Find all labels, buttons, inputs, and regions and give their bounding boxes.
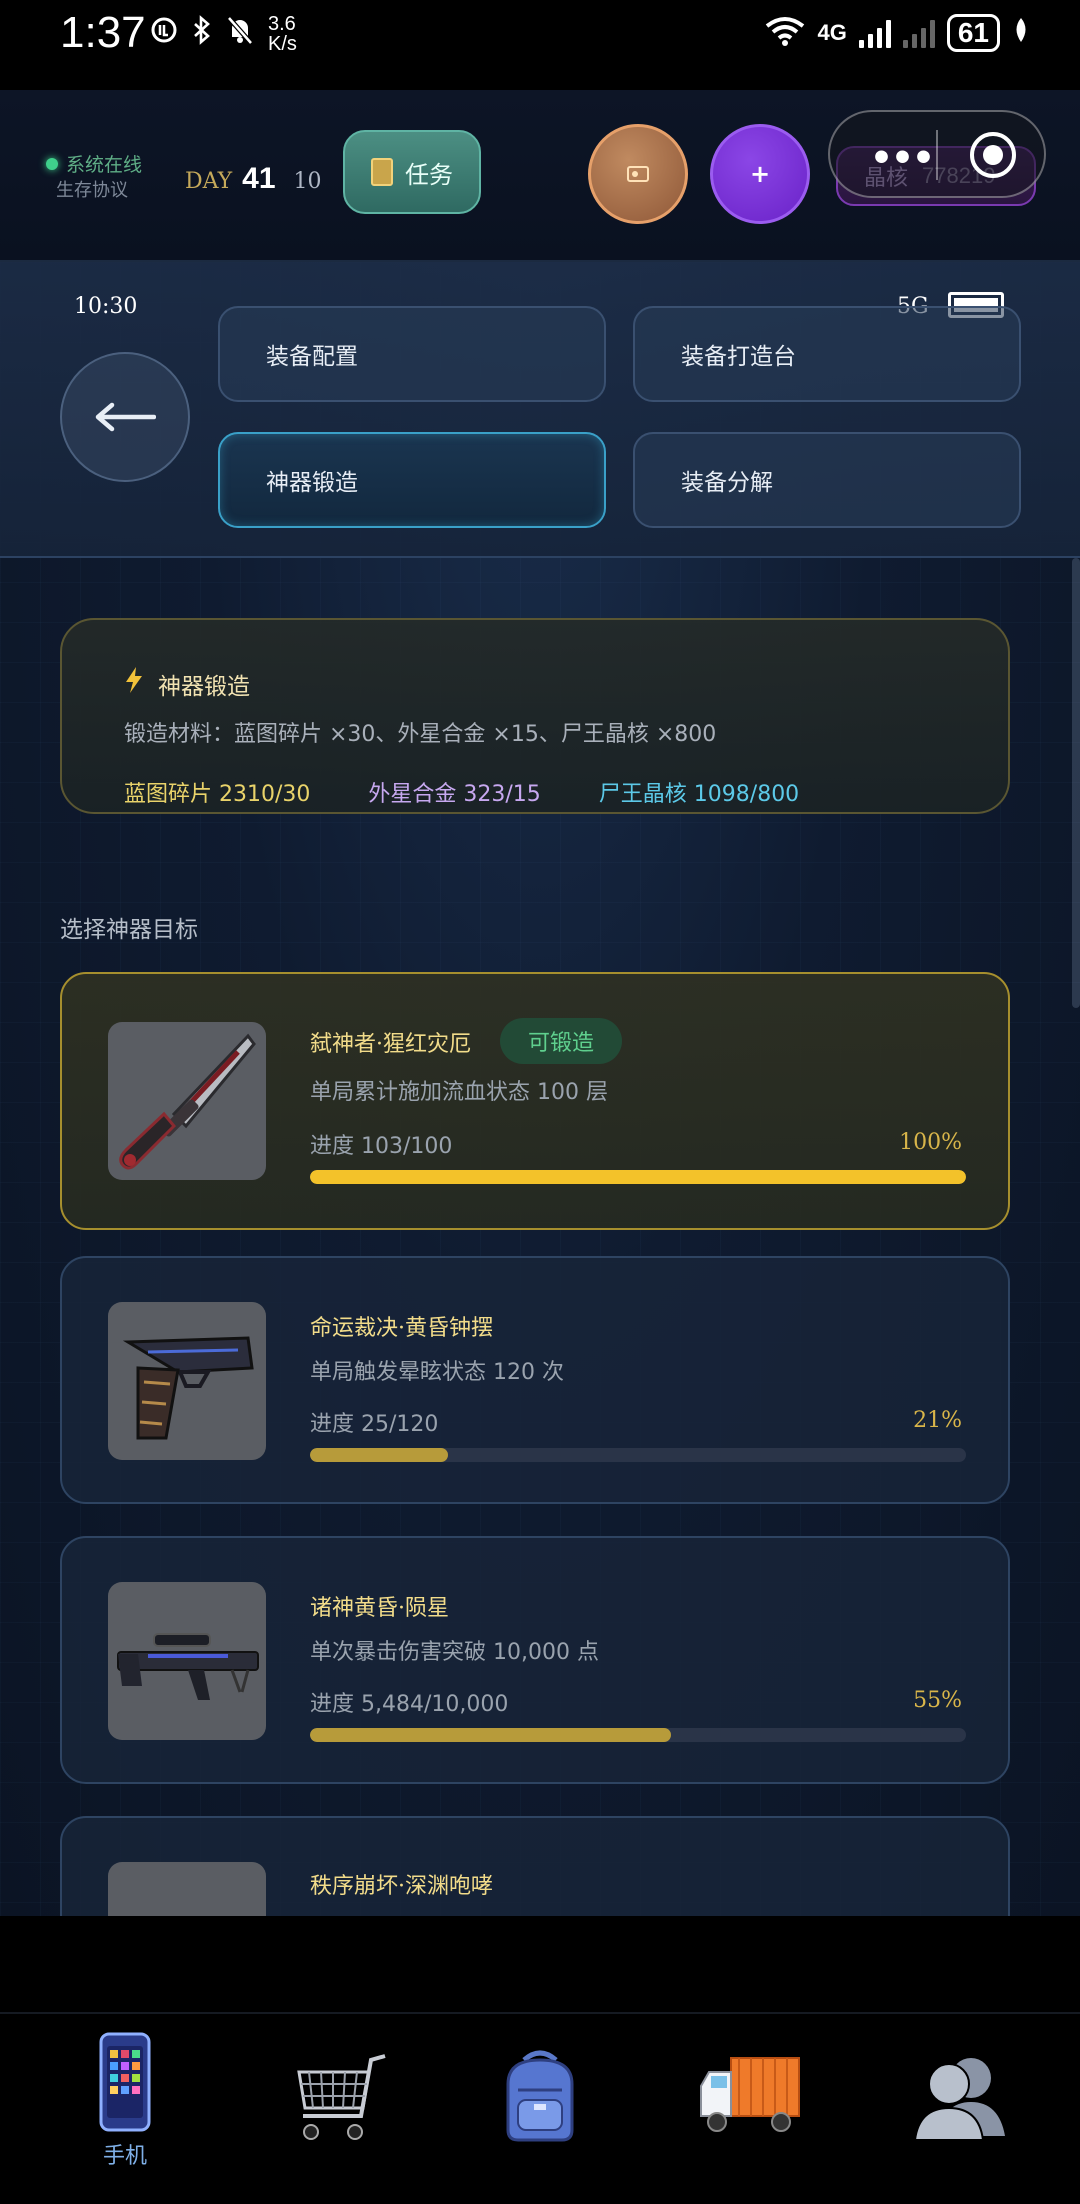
nav-phone-label: 手机	[102, 2144, 147, 2169]
material-stats: 蓝图碎片 2310/30 外星合金 323/15 尸王晶核 1098/800	[124, 776, 799, 808]
day-counter: DAY 41 10	[185, 162, 322, 195]
tab-equipment-forge[interactable]: 装备打造台	[633, 306, 1021, 402]
forge-title: 神器锻造	[158, 673, 250, 700]
section-label: 选择神器目标	[60, 917, 198, 943]
tab-equipment-dismantle[interactable]: 装备分解	[633, 432, 1021, 528]
contacts-icon	[913, 2058, 1005, 2141]
wifi-icon	[765, 16, 805, 51]
task-button[interactable]: 任务	[343, 130, 481, 214]
truck-icon	[700, 2057, 800, 2132]
progress-label: 进度 25/120	[310, 1412, 439, 1437]
target-card[interactable]: 弑神者·猩红灾厄 可锻造 单局累计施加流血状态 100 层 进度 103/100…	[60, 972, 1010, 1230]
progress-percent: 55%	[913, 1688, 962, 1713]
app-header: 系统在线 生存协议 DAY 41 10 任务 + 晶核 778219 •••	[0, 90, 1080, 262]
nav-delivery[interactable]	[680, 2050, 820, 2204]
tab-equipment-config[interactable]: 装备配置	[218, 306, 606, 402]
sniper-rifle-icon	[108, 1582, 266, 1740]
protocol-label: 生存协议	[56, 180, 128, 201]
progress-label: 进度 5,484/10,000	[310, 1692, 509, 1717]
target-name: 弑神者·猩红灾厄	[310, 1032, 471, 1057]
app-main: 10:30 5G 装备配置 装备打造台 神器锻造 装备分解 神器锻造 锻造材料：…	[0, 262, 1080, 2064]
progress-bar	[310, 1728, 966, 1742]
clipboard-icon	[371, 158, 393, 186]
bottom-navigation: 手机	[0, 2012, 1080, 2204]
arrow-left-icon	[95, 402, 156, 432]
stat-alloy: 外星合金 323/15	[368, 782, 541, 807]
progress-label: 进度 103/100	[310, 1134, 453, 1159]
equipment-nav-panel: 10:30 5G 装备配置 装备打造台 神器锻造 装备分解	[0, 262, 1080, 558]
phone-icon	[99, 2032, 151, 2132]
progress-fill	[310, 1448, 448, 1462]
progress-bar	[310, 1170, 966, 1184]
progress-fill	[310, 1728, 671, 1742]
battery-icon: 61	[946, 14, 1000, 52]
progress-percent: 21%	[913, 1408, 962, 1433]
progress-bar	[310, 1448, 966, 1462]
target-description: 单次暴击伤害突破 10,000 点	[310, 1640, 599, 1665]
tab-artifact-forge[interactable]: 神器锻造	[218, 432, 606, 528]
cart-icon	[297, 2054, 386, 2140]
stat-blueprint: 蓝图碎片 2310/30	[124, 782, 311, 807]
close-miniapp-icon[interactable]	[970, 132, 1016, 178]
miniapp-capsule: •••	[828, 110, 1046, 198]
target-description: 单局累计施加流血状态 100 层	[310, 1080, 608, 1105]
clock: 1:37	[60, 8, 146, 57]
forge-materials: 锻造材料：蓝图碎片 ×30、外星合金 ×15、尸王晶核 ×800	[124, 722, 717, 747]
nav-contacts[interactable]	[890, 2044, 1030, 2204]
signal-icon	[858, 18, 891, 48]
back-button[interactable]	[60, 352, 190, 482]
radio-button[interactable]	[588, 124, 688, 224]
backpack-icon	[506, 2050, 574, 2142]
bluetooth-icon	[192, 15, 212, 53]
online-dot-icon	[46, 157, 58, 170]
target-card[interactable]: 诸神黄昏·陨星 单次暴击伤害突破 10,000 点 进度 5,484/10,00…	[60, 1536, 1010, 1784]
progress-percent: 100%	[899, 1130, 962, 1155]
network-speed: 3.6 K/s	[268, 13, 297, 55]
leaf-icon	[1012, 17, 1030, 50]
dagger-icon	[108, 1022, 266, 1180]
add-button[interactable]: +	[710, 124, 810, 224]
artifact-forge-card: 神器锻造 锻造材料：蓝图碎片 ×30、外星合金 ×15、尸王晶核 ×800 蓝图…	[60, 618, 1010, 814]
signal-sim2-icon	[902, 18, 935, 48]
plus-icon: +	[749, 160, 771, 188]
lightning-icon	[124, 666, 144, 701]
target-card[interactable]: 命运裁决·黄昏钟摆 单局触发晕眩状态 120 次 进度 25/120 21%	[60, 1256, 1010, 1504]
pistol-icon	[108, 1302, 266, 1460]
target-name: 命运裁决·黄昏钟摆	[310, 1316, 493, 1341]
nav-phone[interactable]: 手机	[55, 2032, 195, 2192]
nav-shop[interactable]	[270, 2050, 410, 2204]
mute-bell-icon	[226, 15, 254, 53]
data-saver-icon	[150, 16, 178, 52]
scrollbar[interactable]	[1072, 558, 1080, 1008]
forgeable-badge: 可锻造	[500, 1018, 622, 1064]
nav-backpack[interactable]	[470, 2044, 610, 2204]
target-name: 秩序崩坏·深渊咆哮	[310, 1874, 493, 1899]
stat-crystal: 尸王晶核 1098/800	[598, 782, 800, 807]
progress-fill	[310, 1170, 966, 1184]
system-status-bar: 1:37 3.6 K/s 4G 61	[0, 0, 1080, 90]
network-type: 4G	[817, 20, 847, 45]
inner-clock: 10:30	[74, 294, 138, 319]
target-name: 诸神黄昏·陨星	[310, 1596, 449, 1621]
radio-icon	[627, 166, 649, 182]
more-options-icon[interactable]: •••	[870, 138, 935, 179]
target-description: 单局触发晕眩状态 120 次	[310, 1360, 564, 1385]
online-status: 系统在线	[46, 150, 142, 177]
